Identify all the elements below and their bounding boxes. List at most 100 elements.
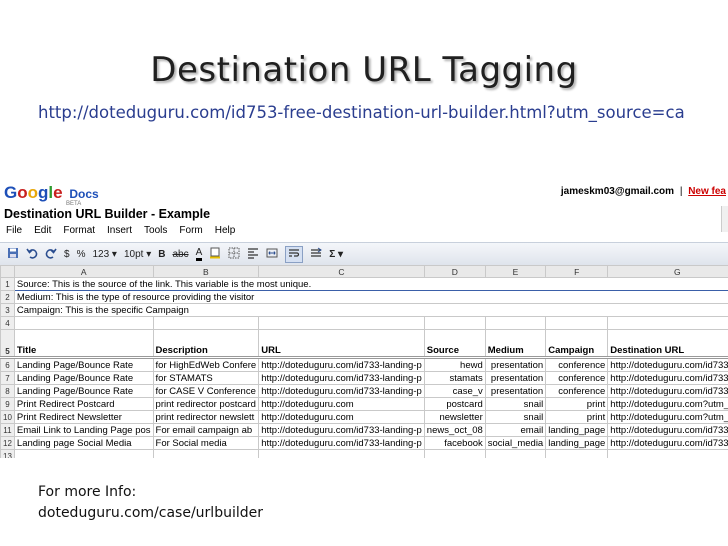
cell-description[interactable]: print redirector postcard <box>152 397 260 411</box>
header-url[interactable]: URL <box>258 329 425 358</box>
cell-campaign[interactable]: conference <box>545 371 609 385</box>
cell-destination-url[interactable]: http://doteduguru.com/id733-lan <box>607 384 728 398</box>
cell-source[interactable]: news_oct_08 <box>423 423 486 437</box>
cell-medium[interactable]: snail <box>484 410 547 424</box>
menu-format[interactable]: Format <box>63 225 95 241</box>
cell-description[interactable]: print redirector newslett <box>152 410 260 424</box>
redo-icon[interactable] <box>45 247 57 262</box>
menu-help[interactable]: Help <box>215 225 236 241</box>
cell-url[interactable]: http://doteduguru.com/id733-landing-p <box>258 371 425 385</box>
save-icon[interactable] <box>7 247 19 262</box>
cell[interactable] <box>258 449 425 458</box>
cell[interactable] <box>13 316 154 330</box>
cell-destination-url[interactable]: http://doteduguru.com/id733-lan <box>607 357 728 372</box>
cell-destination-url[interactable]: http://doteduguru.com/id733-lan <box>607 371 728 385</box>
cell-medium[interactable]: social_media <box>484 436 547 450</box>
currency-format-button[interactable]: $ <box>64 249 70 260</box>
cell-url[interactable]: http://doteduguru.com/id733-landing-p <box>258 436 425 450</box>
menu-edit[interactable]: Edit <box>34 225 51 241</box>
undo-icon[interactable] <box>26 247 38 262</box>
row-number[interactable]: 7 <box>0 371 15 385</box>
cell[interactable] <box>484 449 547 458</box>
number-format-dropdown[interactable]: 123 ▾ <box>92 249 116 260</box>
cell-destination-url[interactable]: http://doteduguru.com/id733-lan <box>607 436 728 450</box>
row-number[interactable]: 4 <box>0 316 15 330</box>
row-number[interactable]: 5 <box>0 329 15 358</box>
cell-source[interactable]: case_v <box>423 384 486 398</box>
cell-title[interactable]: Print Redirect Newsletter <box>13 410 154 424</box>
note-medium[interactable]: Medium: This is the type of resource pro… <box>13 290 728 304</box>
merge-cells-icon[interactable] <box>266 247 278 262</box>
cell[interactable] <box>152 316 260 330</box>
cell-url[interactable]: http://doteduguru.com <box>258 397 425 411</box>
insert-icon[interactable] <box>310 247 323 262</box>
note-source[interactable]: Source: This is the source of the link. … <box>13 277 728 291</box>
column-header-g[interactable]: G <box>607 265 728 278</box>
strikethrough-button[interactable]: abc <box>172 249 188 260</box>
cell-source[interactable]: hewd <box>423 357 486 372</box>
row-number[interactable]: 9 <box>0 397 15 411</box>
header-title[interactable]: Title <box>13 329 154 358</box>
cell-title[interactable]: Email Link to Landing Page pos <box>13 423 154 437</box>
slide-url[interactable]: http://doteduguru.com/id753-free-destina… <box>38 103 698 122</box>
cell-campaign[interactable]: landing_page <box>545 423 609 437</box>
menu-form[interactable]: Form <box>179 225 202 241</box>
cell-source[interactable]: facebook <box>423 436 486 450</box>
borders-icon[interactable] <box>228 247 240 262</box>
cell-medium[interactable]: snail <box>484 397 547 411</box>
percent-format-button[interactable]: % <box>77 249 86 260</box>
cell-medium[interactable]: presentation <box>484 357 547 372</box>
row-number[interactable]: 1 <box>0 277 15 291</box>
column-header-c[interactable]: C <box>258 265 425 278</box>
cell-destination-url[interactable]: http://doteduguru.com/id733-lan <box>607 423 728 437</box>
cell-source[interactable]: newsletter <box>423 410 486 424</box>
row-number[interactable]: 13 <box>0 449 15 458</box>
sum-function-dropdown[interactable]: Σ ▾ <box>329 249 343 260</box>
cell-medium[interactable]: presentation <box>484 384 547 398</box>
cell[interactable] <box>607 316 728 330</box>
note-campaign[interactable]: Campaign: This is the specific Campaign <box>13 303 728 317</box>
column-header-d[interactable]: D <box>423 265 486 278</box>
header-campaign[interactable]: Campaign <box>545 329 609 358</box>
header-destination-url[interactable]: Destination URL <box>607 329 728 358</box>
cell-campaign[interactable]: conference <box>545 384 609 398</box>
align-left-icon[interactable] <box>247 247 259 262</box>
corner-cell[interactable] <box>0 265 15 278</box>
column-header-f[interactable]: F <box>545 265 609 278</box>
cell-url[interactable]: http://doteduguru.com/id733-landing-p <box>258 357 425 372</box>
cell-title[interactable]: Print Redirect Postcard <box>13 397 154 411</box>
cell-title[interactable]: Landing page Social Media <box>13 436 154 450</box>
cell-url[interactable]: http://doteduguru.com/id733-landing-p <box>258 384 425 398</box>
cell-description[interactable]: for CASE V Conference <box>152 384 260 398</box>
cell-campaign[interactable]: landing_page <box>545 436 609 450</box>
column-header-a[interactable]: A <box>13 265 154 278</box>
cell[interactable] <box>258 316 425 330</box>
cell-description[interactable]: For email campaign ab <box>152 423 260 437</box>
cell-campaign[interactable]: print <box>545 397 609 411</box>
cell-url[interactable]: http://doteduguru.com/id733-landing-p <box>258 423 425 437</box>
row-number[interactable]: 11 <box>0 423 15 437</box>
footer-link[interactable]: doteduguru.com/case/urlbuilder <box>38 503 263 524</box>
cell-medium[interactable]: email <box>484 423 547 437</box>
cell-color-icon[interactable] <box>209 247 221 262</box>
new-features-link[interactable]: New fea <box>688 186 726 197</box>
cell-description[interactable]: For Social media <box>152 436 260 450</box>
font-size-dropdown[interactable]: 10pt ▾ <box>124 249 151 260</box>
cell-description[interactable]: for HighEdWeb Confere <box>152 357 260 372</box>
cell[interactable] <box>13 449 154 458</box>
column-header-b[interactable]: B <box>152 265 260 278</box>
cell-title[interactable]: Landing Page/Bounce Rate <box>13 357 154 372</box>
column-header-e[interactable]: E <box>484 265 547 278</box>
menu-file[interactable]: File <box>6 225 22 241</box>
cell-destination-url[interactable]: http://doteduguru.com?utm_sou <box>607 410 728 424</box>
cell-source[interactable]: postcard <box>423 397 486 411</box>
cell-campaign[interactable]: print <box>545 410 609 424</box>
row-number[interactable]: 12 <box>0 436 15 450</box>
cell[interactable] <box>484 316 547 330</box>
cell-title[interactable]: Landing Page/Bounce Rate <box>13 371 154 385</box>
document-title[interactable]: Destination URL Builder - Example <box>4 207 210 221</box>
text-color-button[interactable]: A <box>195 247 203 261</box>
row-number[interactable]: 2 <box>0 290 15 304</box>
menu-tools[interactable]: Tools <box>144 225 167 241</box>
row-number[interactable]: 10 <box>0 410 15 424</box>
